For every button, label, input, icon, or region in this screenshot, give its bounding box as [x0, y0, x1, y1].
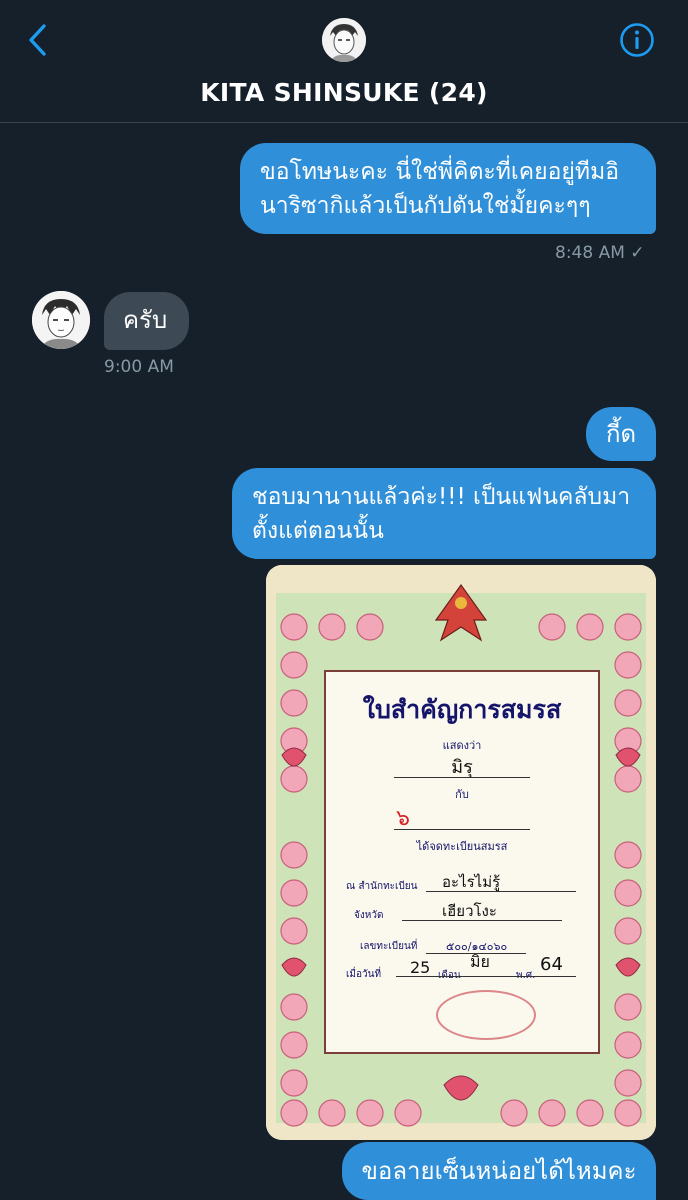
- info-icon: [620, 23, 654, 57]
- message-bubble-outgoing[interactable]: ชอบมานานแล้วค่ะ!!! เป็นแฟนคลับมา ตั้งแต่…: [232, 468, 656, 559]
- certificate-label: ณ สำนักทะเบียน: [346, 881, 418, 892]
- message-bubble-outgoing[interactable]: กี้ด: [586, 407, 656, 461]
- message-text: ตั้งแต่ตอนนั้น: [252, 518, 384, 544]
- chevron-left-icon: [29, 24, 46, 56]
- message-bubble-incoming[interactable]: ครับ: [104, 292, 189, 350]
- info-button[interactable]: [619, 22, 655, 58]
- message-text: ชอบมานานแล้วค่ะ!!! เป็นแฟนคลับมา: [252, 484, 631, 510]
- message-text: กี้ด: [605, 420, 637, 448]
- image-attachment[interactable]: ใบสำคัญการสมรส แสดงว่า มิรุ กับ ๖ ได้จดท…: [266, 565, 656, 1140]
- sender-avatar[interactable]: [32, 291, 90, 349]
- certificate-title: ใบสำคัญการสมรส: [362, 695, 562, 724]
- contact-avatar[interactable]: [322, 18, 366, 62]
- certificate-value: 25: [410, 958, 431, 977]
- message-text: ขอโทษนะคะ นี่ใช่พี่คิตะที่เคยอยู่ทีมอิ: [260, 159, 620, 185]
- message-timestamp: 8:48 AM ✓: [555, 243, 645, 263]
- back-button[interactable]: [24, 22, 54, 58]
- official-stamp: [436, 990, 536, 1040]
- certificate-label: กับ: [455, 788, 469, 801]
- contact-name[interactable]: KITA SHINSUKE (24): [0, 78, 688, 107]
- message-bubble-outgoing[interactable]: ขอลายเซ็นหน่อยได้ไหมคะ: [342, 1142, 656, 1200]
- certificate-value: มิย: [470, 952, 490, 971]
- message-text: นาริซากิแล้วเป็นกัปตันใช่มั้ยคะๆๆ: [260, 193, 591, 219]
- certificate-label: เลขทะเบียนที่: [360, 941, 418, 952]
- message-text: ขอลายเซ็นหน่อยได้ไหมคะ: [361, 1157, 637, 1185]
- message-timestamp: 9:00 AM: [104, 357, 174, 377]
- certificate-body: ใบสำคัญการสมรส แสดงว่า มิรุ กับ ๖ ได้จดท…: [324, 670, 600, 1054]
- certificate-label: ได้จดทะเบียนสมรส: [416, 840, 508, 853]
- message-text: ครับ: [123, 306, 168, 334]
- certificate-label: จังหวัด: [354, 910, 384, 921]
- conversation-header: KITA SHINSUKE (24): [0, 0, 688, 123]
- message-bubble-outgoing[interactable]: ขอโทษนะคะ นี่ใช่พี่คิตะที่เคยอยู่ทีมอิ น…: [240, 143, 656, 234]
- certificate-label: เมื่อวันที่: [346, 969, 382, 980]
- certificate-value: 64: [540, 954, 563, 975]
